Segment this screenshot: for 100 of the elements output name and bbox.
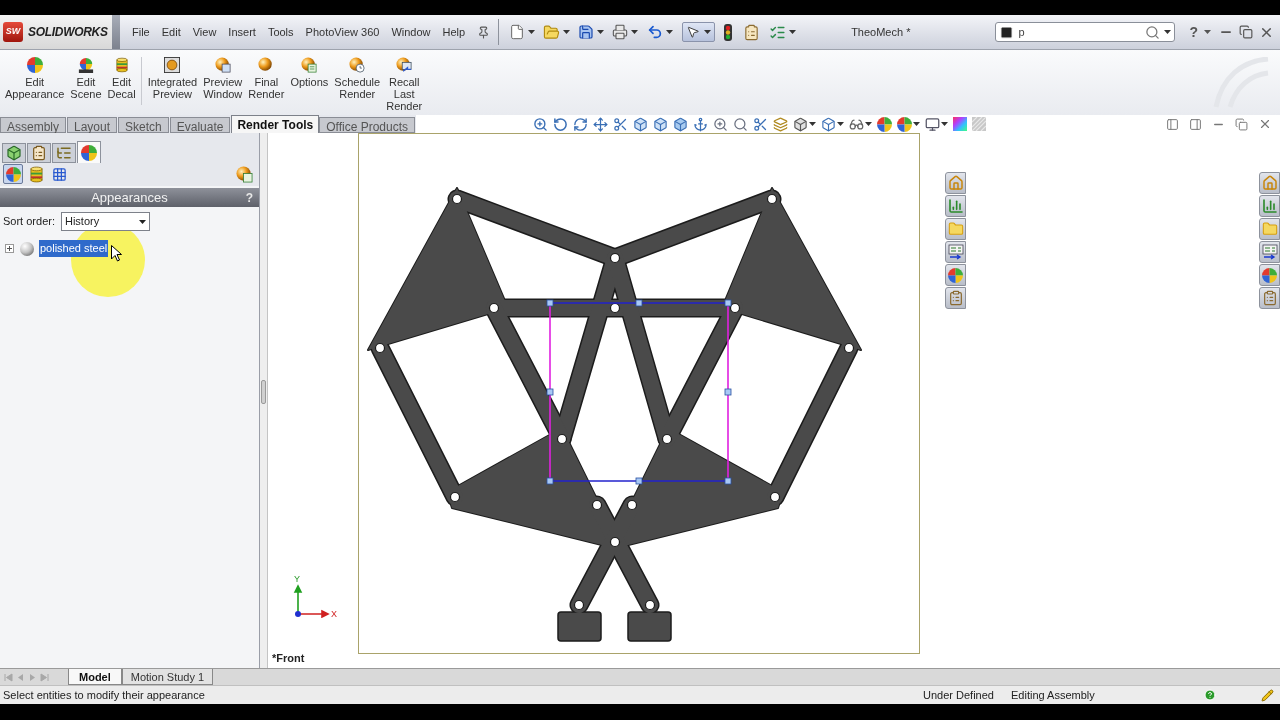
undo-icon[interactable] — [647, 24, 664, 40]
command-tab[interactable]: Render Tools — [231, 115, 320, 133]
color-wheel-icon — [5, 166, 21, 182]
splitter-handle[interactable] — [261, 380, 266, 404]
command-tab[interactable]: Sketch — [118, 117, 169, 133]
ribbon-button[interactable]: Recall Last Render — [386, 57, 423, 112]
toolbar-grip[interactable] — [112, 15, 120, 49]
task-pane-tab[interactable] — [945, 195, 966, 217]
panel-tab[interactable] — [27, 143, 51, 163]
task-pane-tab[interactable] — [1259, 241, 1280, 263]
tree-item[interactable]: polished steel — [39, 240, 109, 257]
caret-icon[interactable] — [809, 122, 817, 126]
menu-item[interactable]: File — [132, 23, 150, 41]
document-title: TheoMech * — [851, 24, 911, 40]
document-icon[interactable] — [509, 24, 526, 40]
cube-icon[interactable] — [633, 116, 649, 132]
caret-icon[interactable] — [704, 30, 712, 34]
menu-item[interactable]: Help — [442, 23, 466, 41]
caret-icon[interactable] — [941, 122, 949, 126]
caret-icon[interactable] — [837, 122, 845, 126]
cube-icon[interactable] — [653, 116, 669, 132]
panel-tab[interactable] — [52, 143, 76, 163]
search-field[interactable]: p — [995, 22, 1176, 42]
command-tab[interactable]: Assembly — [0, 117, 66, 133]
view-button[interactable] — [3, 164, 23, 184]
caret-icon[interactable] — [789, 30, 797, 34]
search-input[interactable]: p — [1018, 23, 1142, 41]
search-icon[interactable] — [733, 116, 749, 132]
scissors-icon[interactable] — [613, 116, 629, 132]
terminal-icon[interactable] — [999, 24, 1015, 40]
color-wheel-icon[interactable] — [897, 116, 913, 132]
sort-order-select[interactable]: History — [60, 212, 150, 231]
caret-icon[interactable] — [666, 30, 674, 34]
ribbon-button[interactable]: Edit Scene — [70, 57, 102, 100]
refresh-icon[interactable] — [573, 116, 589, 132]
menu-item[interactable]: Edit — [161, 23, 181, 41]
caret-icon[interactable] — [528, 30, 536, 34]
task-pane-tab[interactable] — [945, 241, 966, 263]
panel-tab[interactable] — [77, 141, 101, 163]
command-tab[interactable]: Evaluate — [169, 117, 231, 133]
zoom-in-icon[interactable] — [713, 116, 729, 132]
cube-icon[interactable] — [673, 116, 689, 132]
help-button[interactable]: ? — [1189, 21, 1198, 43]
restore-icon[interactable] — [1235, 117, 1248, 131]
ribbon-button[interactable]: Edit Appearance — [5, 57, 65, 100]
pin-icon[interactable] — [477, 25, 491, 39]
ribbon-button[interactable]: Preview Window — [203, 57, 243, 100]
color-wheel-icon[interactable] — [877, 116, 893, 132]
menu-item[interactable]: PhotoView 360 — [305, 23, 380, 41]
ribbon-button[interactable]: Schedule Render — [334, 57, 381, 100]
save-icon[interactable] — [578, 24, 595, 40]
gradient-square-icon[interactable] — [953, 117, 968, 131]
ribbon-button[interactable]: Final Render — [248, 57, 285, 100]
cube-icon[interactable] — [793, 116, 809, 132]
task-pane-tab[interactable] — [1259, 287, 1280, 309]
menu-item[interactable]: Window — [391, 23, 431, 41]
anchor-icon[interactable] — [693, 116, 709, 132]
rotate-icon[interactable] — [553, 116, 569, 132]
bottom-tab[interactable]: Motion Study 1 — [121, 669, 214, 685]
ribbon-button[interactable]: Integrated Preview — [147, 57, 198, 100]
task-pane-tab[interactable] — [945, 264, 966, 286]
panel-left-icon[interactable] — [1166, 117, 1179, 131]
restore-icon[interactable] — [1239, 25, 1253, 39]
help-icon[interactable] — [1204, 689, 1216, 701]
caret-icon[interactable] — [865, 122, 873, 126]
ribbon-button[interactable]: Edit Decal — [107, 57, 136, 100]
menu-item[interactable]: Insert — [228, 23, 256, 41]
panel-tab[interactable] — [2, 143, 26, 163]
panel-title: Appearances — [91, 188, 168, 207]
menu-item[interactable]: Tools — [267, 23, 294, 41]
task-pane-tab[interactable] — [1259, 264, 1280, 286]
panel-right-icon[interactable] — [1189, 117, 1202, 131]
bottom-tab[interactable]: Model — [68, 669, 122, 685]
task-pane-tab[interactable] — [1259, 195, 1280, 217]
plus-box-icon[interactable] — [5, 244, 14, 253]
search-icon[interactable] — [1145, 24, 1161, 40]
scissors-icon[interactable] — [753, 116, 769, 132]
zoom-in-icon[interactable] — [533, 116, 549, 132]
caret-icon[interactable] — [913, 122, 921, 126]
caret-icon[interactable] — [563, 30, 571, 34]
caret-icon[interactable] — [1164, 30, 1172, 34]
axis-triad-icon — [292, 584, 330, 618]
select-button[interactable] — [682, 22, 716, 42]
monitor-icon[interactable] — [925, 116, 941, 132]
ribbon-button[interactable]: Options — [290, 57, 329, 88]
layers-icon[interactable] — [773, 116, 789, 132]
traffic-light-icon[interactable] — [724, 23, 733, 41]
clipboard-icon[interactable] — [743, 23, 761, 41]
command-tab[interactable]: Office Products — [319, 117, 416, 133]
command-tab[interactable]: Layout — [67, 117, 118, 133]
close-icon[interactable] — [1258, 117, 1272, 131]
task-pane-tab[interactable] — [945, 287, 966, 309]
menu-item[interactable]: View — [192, 23, 217, 41]
cube-icon[interactable] — [821, 116, 837, 132]
printer-icon[interactable] — [612, 24, 629, 40]
caret-icon[interactable] — [597, 30, 605, 34]
pencil-icon[interactable] — [1261, 688, 1274, 702]
color-wheel-icon — [948, 267, 963, 283]
move-icon[interactable] — [593, 116, 609, 132]
caret-icon[interactable] — [631, 30, 639, 34]
